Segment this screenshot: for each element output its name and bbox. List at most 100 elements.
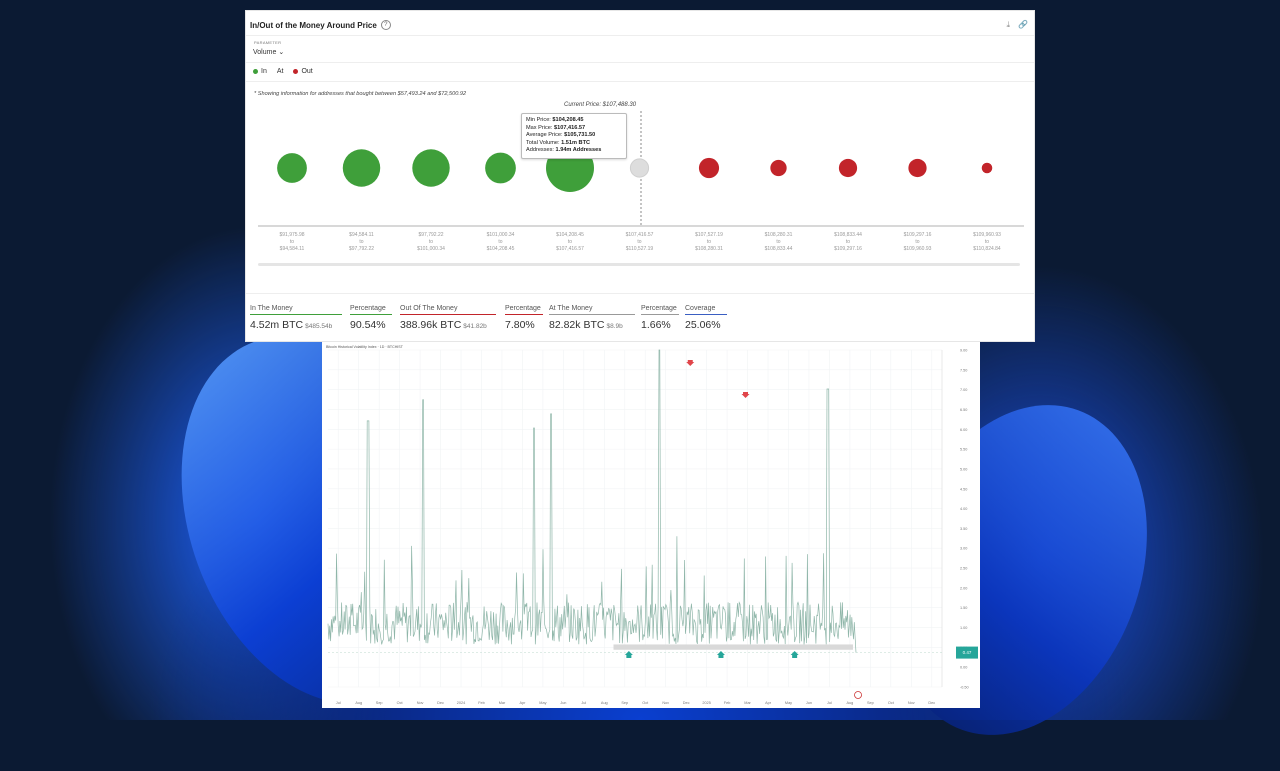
- tooltip-max: Max Price: $107,416.57: [526, 124, 586, 131]
- x-tick-label: Aug: [355, 701, 362, 705]
- stat-value: 1.66%: [641, 319, 671, 331]
- divider: [246, 293, 1034, 294]
- stat-5: Percentage 1.66%: [641, 305, 679, 331]
- down-arrow-marker-icon: [741, 392, 750, 398]
- bubble-out[interactable]: [908, 158, 927, 178]
- y-tick-label: 6.50: [960, 408, 967, 412]
- stat-label: Percentage: [350, 305, 392, 315]
- bubble-out[interactable]: [770, 159, 787, 177]
- horizontal-scrollbar[interactable]: [258, 263, 1020, 266]
- y-tick-label: 3.50: [960, 527, 967, 531]
- bubble-in[interactable]: [412, 149, 450, 187]
- x-tick-label: Nov: [662, 701, 669, 705]
- range-label: $97,792.22 to $101,000.34: [417, 232, 445, 252]
- chart-title: Bitcoin Historical Volatility Index · 1D…: [326, 345, 403, 349]
- x-tick-label: Nov: [417, 701, 424, 705]
- x-tick-label: Sep: [376, 701, 383, 705]
- y-tick-label: 9.00: [960, 349, 967, 353]
- stat-value: 4.52m BTC $485.54b: [250, 319, 333, 331]
- y-tick-label: -0.50: [960, 686, 969, 690]
- x-tick-label: Jul: [827, 701, 832, 705]
- bubble-tooltip: Min Price: $104,208.45 Max Price: $107,4…: [521, 113, 627, 159]
- stat-label: Percentage: [641, 305, 679, 315]
- x-tick-label: May: [539, 701, 546, 705]
- bubble-in[interactable]: [342, 149, 381, 187]
- y-tick-label: 1.00: [960, 626, 967, 630]
- y-tick-label: 2.00: [960, 586, 967, 590]
- stat-value: 90.54%: [350, 319, 386, 331]
- y-tick-label: 2.50: [960, 567, 967, 571]
- range-label: $108,280.31 to $108,833.44: [764, 232, 793, 252]
- range-label: $104,208.45 to $107,416.57: [556, 232, 584, 252]
- volatility-series-line: [327, 349, 857, 653]
- bubble-at[interactable]: [629, 158, 650, 178]
- tooltip-volume: Total Volume: 1.51m BTC: [526, 139, 591, 146]
- stat-value: 7.80%: [505, 319, 535, 331]
- x-tick-label: Oct: [888, 701, 895, 705]
- x-tick-label: Apr: [765, 701, 772, 705]
- bubble-out[interactable]: [698, 157, 720, 179]
- stat-6: Coverage 25.06%: [685, 305, 727, 331]
- y-tick-label: 3.00: [960, 547, 967, 551]
- x-tick-label: Dec: [437, 701, 444, 705]
- range-label: $109,297.16 to $109,960.93: [903, 232, 932, 252]
- stat-value: 388.96k BTC $41.82b: [400, 319, 487, 331]
- y-tick-label: 4.00: [960, 507, 967, 511]
- y-tick-label: 6.00: [960, 428, 967, 432]
- bubble-out[interactable]: [981, 162, 993, 174]
- tooltip-addresses: Addresses: 1.94m Addresses: [526, 147, 602, 154]
- range-label: $107,416.57 to $110,527.19: [625, 232, 654, 252]
- up-arrow-marker-icon: [716, 651, 725, 658]
- stat-label: At The Money: [549, 305, 635, 315]
- stat-value: 82.82k BTC $8.9b: [549, 319, 623, 331]
- x-tick-label: Nov: [908, 701, 915, 705]
- flag-icon: [854, 691, 862, 699]
- y-tick-label: 4.50: [960, 487, 967, 491]
- x-tick-label: Jul: [581, 701, 586, 705]
- last-value-label: 0.47: [963, 650, 972, 655]
- x-tick-label: Oct: [397, 701, 404, 705]
- range-label: $91,975.98 to $94,584.11: [279, 232, 305, 252]
- bubble-in[interactable]: [277, 153, 307, 183]
- x-tick-label: Mar: [744, 701, 751, 705]
- x-tick-label: Mar: [499, 701, 506, 705]
- tooltip-min: Min Price: $104,208.45: [526, 117, 584, 123]
- stat-2: Out Of The Money 388.96k BTC $41.82b: [400, 305, 496, 331]
- tooltip-avg: Average Price: $105,731.50: [526, 132, 596, 139]
- x-tick-label: Jul: [336, 701, 341, 705]
- y-tick-label: 5.00: [960, 467, 967, 471]
- bubble-in[interactable]: [485, 152, 516, 184]
- y-tick-label: 7.00: [960, 388, 967, 392]
- x-tick-label: Dec: [683, 701, 690, 705]
- stat-3: Percentage 7.80%: [505, 305, 543, 331]
- stat-label: Coverage: [685, 305, 727, 315]
- x-tick-label: Sep: [867, 701, 874, 705]
- up-arrow-marker-icon: [624, 651, 633, 658]
- x-tick-label: Sep: [621, 701, 628, 705]
- stat-0: In The Money 4.52m BTC $485.54b: [250, 305, 342, 331]
- x-tick-label: Jun: [560, 701, 566, 705]
- x-tick-label: Feb: [724, 701, 731, 705]
- down-arrow-marker-icon: [686, 360, 695, 366]
- x-tick-label: Oct: [642, 701, 649, 705]
- stat-value: 25.06%: [685, 319, 721, 331]
- bubble-out[interactable]: [838, 158, 858, 178]
- x-tick-label: May: [785, 701, 792, 705]
- in-out-money-panel: In/Out of the Money Around Price ? ⤓ 🔗 P…: [245, 10, 1035, 342]
- y-tick-label: 7.50: [960, 368, 967, 372]
- x-tick-label: 2025: [702, 701, 710, 705]
- volatility-chart-panel: Bitcoin Historical Volatility Index · 1D…: [322, 342, 980, 708]
- stat-label: Percentage: [505, 305, 543, 315]
- range-label: $108,833.44 to $109,297.16: [834, 232, 862, 252]
- x-tick-label: Jun: [806, 701, 812, 705]
- stat-label: Out Of The Money: [400, 305, 496, 315]
- x-tick-label: Apr: [519, 701, 526, 705]
- stat-1: Percentage 90.54%: [350, 305, 392, 331]
- range-label: $101,000.34 to $104,208.45: [486, 232, 515, 252]
- stat-label: In The Money: [250, 305, 342, 315]
- support-band: [613, 644, 853, 650]
- y-tick-label: 5.50: [960, 448, 967, 452]
- y-tick-label: 1.50: [960, 606, 967, 610]
- range-label: $94,584.11 to $97,792.22: [348, 232, 375, 252]
- x-tick-label: Dec: [928, 701, 935, 705]
